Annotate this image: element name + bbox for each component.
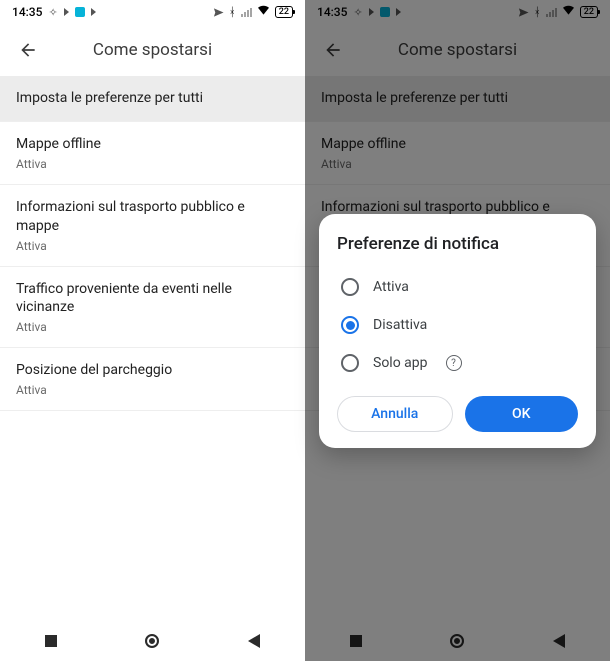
circle-icon xyxy=(145,634,159,648)
page-title: Come spostarsi xyxy=(48,40,297,60)
cancel-button[interactable]: Annulla xyxy=(337,396,453,432)
settings-item-title: Mappe offline xyxy=(321,135,594,154)
screen-right: 14:35 ✧ ᚼ 22 Come spostarsi Imposta le p… xyxy=(305,0,610,661)
settings-item-title: Traffico proveniente da eventi nelle vic… xyxy=(16,280,289,318)
nav-back-button[interactable] xyxy=(548,630,570,652)
back-button[interactable] xyxy=(8,30,48,70)
play-icon-2 xyxy=(396,8,401,16)
settings-item-subtitle: Attiva xyxy=(16,157,289,171)
nav-back-button[interactable] xyxy=(243,630,265,652)
location-icon xyxy=(213,7,224,18)
radio-icon xyxy=(341,278,359,296)
settings-item[interactable]: Traffico proveniente da eventi nelle vic… xyxy=(0,267,305,349)
back-button[interactable] xyxy=(313,30,353,70)
settings-item-subtitle: Attiva xyxy=(16,383,289,397)
radio-option[interactable]: Disattiva xyxy=(337,306,578,344)
dialog-options: Attiva Disattiva Solo app? xyxy=(337,268,578,382)
nav-recents-button[interactable] xyxy=(345,630,367,652)
settings-item-subtitle: Attiva xyxy=(321,157,594,171)
wifi-icon xyxy=(562,5,575,19)
nav-home-button[interactable] xyxy=(141,630,163,652)
bluetooth-icon: ᚼ xyxy=(534,5,541,19)
settings-item-title: Mappe offline xyxy=(16,135,289,154)
app-header: Come spostarsi xyxy=(305,24,610,76)
dialog-actions: Annulla OK xyxy=(337,396,578,432)
dialog-title: Preferenze di notifica xyxy=(337,234,578,254)
nav-home-button[interactable] xyxy=(446,630,468,652)
battery-icon: 22 xyxy=(275,6,293,18)
signal-icon xyxy=(546,8,557,17)
settings-item-title: Posizione del parcheggio xyxy=(16,361,289,380)
nav-recents-button[interactable] xyxy=(40,630,62,652)
status-time: 14:35 xyxy=(12,5,42,19)
settings-item-subtitle: Attiva xyxy=(16,239,289,253)
page-title: Come spostarsi xyxy=(353,40,602,60)
ok-button[interactable]: OK xyxy=(465,396,579,432)
square-icon xyxy=(350,635,362,647)
signal-icon xyxy=(241,8,252,17)
settings-item[interactable]: Posizione del parcheggio Attiva xyxy=(0,348,305,411)
settings-item[interactable]: Imposta le preferenze per tutti xyxy=(0,76,305,122)
settings-item[interactable]: Mappe offline Attiva xyxy=(305,122,610,185)
app-indicator-icon xyxy=(380,7,390,17)
radio-label: Solo app xyxy=(373,355,428,371)
play-icon xyxy=(369,8,374,16)
back-arrow-icon xyxy=(323,40,343,60)
nav-bar xyxy=(305,621,610,661)
triangle-icon xyxy=(248,634,260,648)
settings-list: Imposta le preferenze per tutti Mappe off… xyxy=(0,76,305,621)
radio-label: Attiva xyxy=(373,279,409,295)
back-arrow-icon xyxy=(18,40,38,60)
status-bar: 14:35 ✧ ᚼ 22 xyxy=(0,0,305,24)
settings-item-title: Imposta le preferenze per tutti xyxy=(321,89,594,108)
settings-item-subtitle: Attiva xyxy=(16,320,289,334)
status-time: 14:35 xyxy=(317,5,347,19)
settings-item[interactable]: Informazioni sul trasporto pubblico e ma… xyxy=(0,185,305,267)
notification-preferences-dialog: Preferenze di notifica Attiva Disattiva So… xyxy=(319,214,596,448)
dnd-icon: ✧ xyxy=(48,6,57,19)
radio-label: Disattiva xyxy=(373,317,427,333)
dnd-icon: ✧ xyxy=(353,6,362,19)
help-icon[interactable]: ? xyxy=(446,355,462,371)
battery-icon: 22 xyxy=(580,6,598,18)
radio-option[interactable]: Solo app? xyxy=(337,344,578,382)
nav-bar xyxy=(0,621,305,661)
radio-icon xyxy=(341,354,359,372)
settings-item-title: Imposta le preferenze per tutti xyxy=(16,89,289,108)
app-header: Come spostarsi xyxy=(0,24,305,76)
settings-item[interactable]: Imposta le preferenze per tutti xyxy=(305,76,610,122)
triangle-icon xyxy=(553,634,565,648)
radio-icon xyxy=(341,316,359,334)
screen-left: 14:35 ✧ ᚼ 22 Come spostarsi Imposta le p… xyxy=(0,0,305,661)
status-bar: 14:35 ✧ ᚼ 22 xyxy=(305,0,610,24)
location-icon xyxy=(518,7,529,18)
play-icon xyxy=(64,8,69,16)
circle-icon xyxy=(450,634,464,648)
bluetooth-icon: ᚼ xyxy=(229,5,236,19)
square-icon xyxy=(45,635,57,647)
app-indicator-icon xyxy=(75,7,85,17)
play-icon-2 xyxy=(91,8,96,16)
settings-item-title: Informazioni sul trasporto pubblico e ma… xyxy=(16,198,289,236)
radio-option[interactable]: Attiva xyxy=(337,268,578,306)
settings-item[interactable]: Mappe offline Attiva xyxy=(0,122,305,185)
wifi-icon xyxy=(257,5,270,19)
